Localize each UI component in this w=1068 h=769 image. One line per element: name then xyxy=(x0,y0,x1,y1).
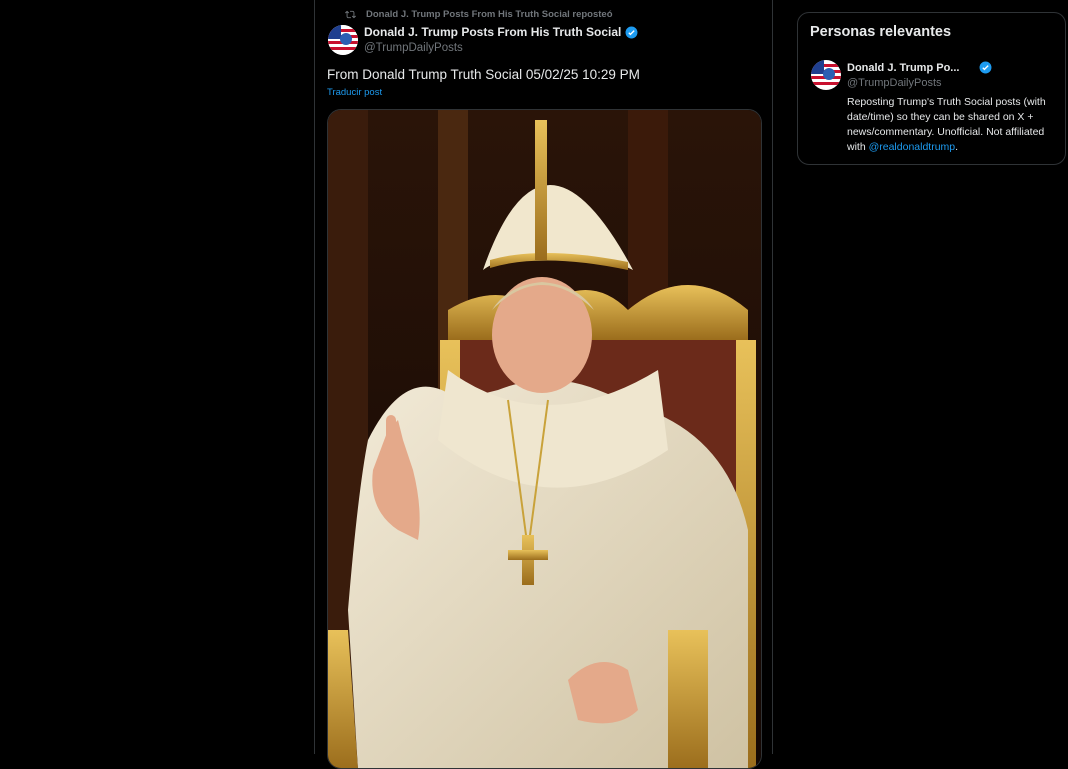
verified-badge-icon xyxy=(625,26,638,38)
avatar[interactable] xyxy=(328,25,358,55)
author-name[interactable]: Donald J. Trump Posts From His Truth Soc… xyxy=(364,25,621,39)
pope-portrait-image xyxy=(328,110,761,768)
relevant-people-title: Personas relevantes xyxy=(810,24,952,40)
avatar-flag-icon xyxy=(811,60,841,90)
translate-post-link[interactable]: Traducir post xyxy=(327,87,382,98)
side-avatar[interactable] xyxy=(811,60,841,90)
post-text: From Donald Trump Truth Social 05/02/25 … xyxy=(327,67,640,82)
relevant-people-card: Personas relevantes Donald J. Trump Po..… xyxy=(797,12,1066,165)
avatar-flag-icon xyxy=(328,25,358,55)
author-handle[interactable]: @TrumpDailyPosts xyxy=(364,42,638,54)
repost-label: Donald J. Trump Posts From His Truth Soc… xyxy=(366,9,613,20)
side-person-name[interactable]: Donald J. Trump Po... xyxy=(847,62,959,74)
verified-badge-icon xyxy=(980,61,992,74)
repost-icon xyxy=(345,10,356,19)
timeline-column: Donald J. Trump Posts From His Truth Soc… xyxy=(314,0,773,769)
side-person-bio: Reposting Trump's Truth Social posts (wi… xyxy=(847,95,1059,155)
side-person-handle[interactable]: @TrumpDailyPosts xyxy=(847,77,942,89)
bio-end: . xyxy=(955,141,959,153)
bio-mention-link[interactable]: @realdonaldtrump xyxy=(869,141,956,153)
post-image[interactable] xyxy=(327,109,762,769)
repost-context[interactable]: Donald J. Trump Posts From His Truth Soc… xyxy=(345,9,613,20)
